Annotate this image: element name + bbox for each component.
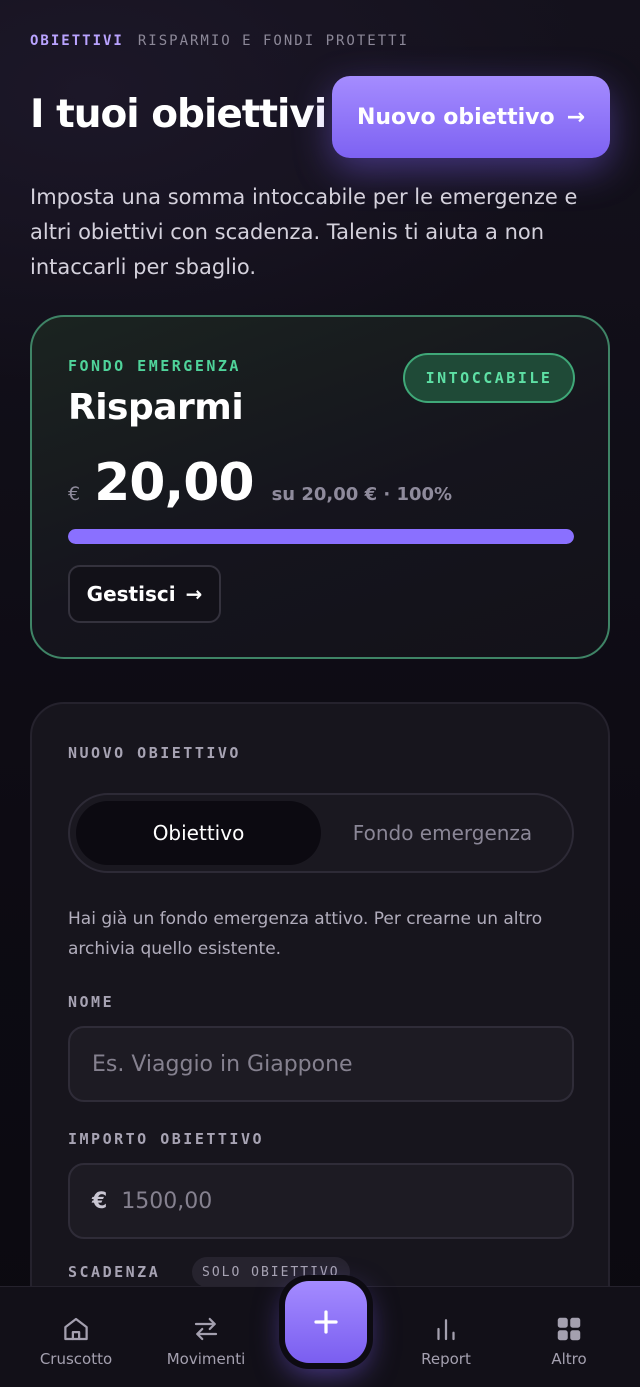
untouchable-badge: INTOCCABILE <box>403 353 575 403</box>
intro-text: Imposta una somma intoccabile per le eme… <box>30 185 578 279</box>
goals-page: OBIETTIVI RISPARMIO E FONDI PROTETTI I t… <box>0 0 640 1387</box>
page-title: I tuoi obiettivi <box>30 92 327 137</box>
goal-type-toggle: Obiettivo Fondo emergenza <box>68 793 574 873</box>
amount-input[interactable]: € 1500,00 <box>68 1163 574 1239</box>
goal-type-option-emergency[interactable]: Fondo emergenza <box>320 801 565 865</box>
new-goal-button-label: Nuovo obiettivo <box>356 104 555 130</box>
nav-label-dashboard: Cruscotto <box>39 1350 113 1368</box>
nav-item-dashboard[interactable]: Cruscotto <box>16 1287 136 1387</box>
form-section-label: NUOVO OBIETTIVO <box>68 744 241 762</box>
bar-chart-icon <box>437 1319 455 1341</box>
fund-amount: 20,00 <box>94 453 254 513</box>
amount-currency-symbol: € <box>92 1188 108 1214</box>
amount-input-placeholder: 1500,00 <box>121 1188 213 1214</box>
name-input[interactable]: Es. Viaggio in Giappone <box>68 1026 574 1102</box>
nav-label-transactions: Movimenti <box>166 1350 246 1368</box>
nav-label-more: Altro <box>551 1350 587 1368</box>
nav-item-transactions[interactable]: Movimenti <box>146 1287 266 1387</box>
fund-amount-row: € 20,00 su 20,00 € · 100% <box>68 453 452 513</box>
name-input-placeholder: Es. Viaggio in Giappone <box>92 1051 353 1077</box>
plus-icon <box>314 1310 338 1334</box>
nav-label-report: Report <box>421 1350 471 1368</box>
currency-symbol: € <box>68 483 81 505</box>
breadcrumb-subtitle: RISPARMIO E FONDI PROTETTI <box>137 33 410 49</box>
add-transaction-button[interactable] <box>285 1281 367 1363</box>
fund-name: Risparmi <box>68 387 244 428</box>
fund-type-label: FONDO EMERGENZA <box>68 357 241 375</box>
manage-button-label: Gestisci <box>86 582 176 606</box>
name-field-label: NOME <box>68 993 115 1011</box>
grid-icon <box>557 1317 581 1341</box>
breadcrumb-section[interactable]: OBIETTIVI <box>30 33 124 49</box>
deadline-field-label: SCADENZA <box>68 1263 161 1281</box>
arrow-right-icon: → <box>566 104 586 130</box>
fund-progress-bar <box>68 529 574 544</box>
manage-fund-button[interactable]: Gestisci → <box>68 565 221 623</box>
home-icon <box>64 1317 88 1341</box>
arrow-right-icon: → <box>185 582 203 606</box>
fund-target-summary: su 20,00 € · 100% <box>271 484 453 505</box>
fund-progress-fill <box>68 529 574 544</box>
new-goal-button[interactable]: Nuovo obiettivo → <box>332 76 610 158</box>
breadcrumb: OBIETTIVI RISPARMIO E FONDI PROTETTI <box>30 33 409 49</box>
swap-icon <box>194 1317 218 1341</box>
goal-type-option-objective[interactable]: Obiettivo <box>76 801 321 865</box>
amount-field-label: IMPORTO OBIETTIVO <box>68 1130 265 1148</box>
emergency-fund-card: FONDO EMERGENZA Risparmi INTOCCABILE € 2… <box>30 315 610 659</box>
form-notice: Hai già un fondo emergenza attivo. Per c… <box>68 909 543 959</box>
nav-item-report[interactable]: Report <box>386 1287 506 1387</box>
nav-item-more[interactable]: Altro <box>509 1287 629 1387</box>
